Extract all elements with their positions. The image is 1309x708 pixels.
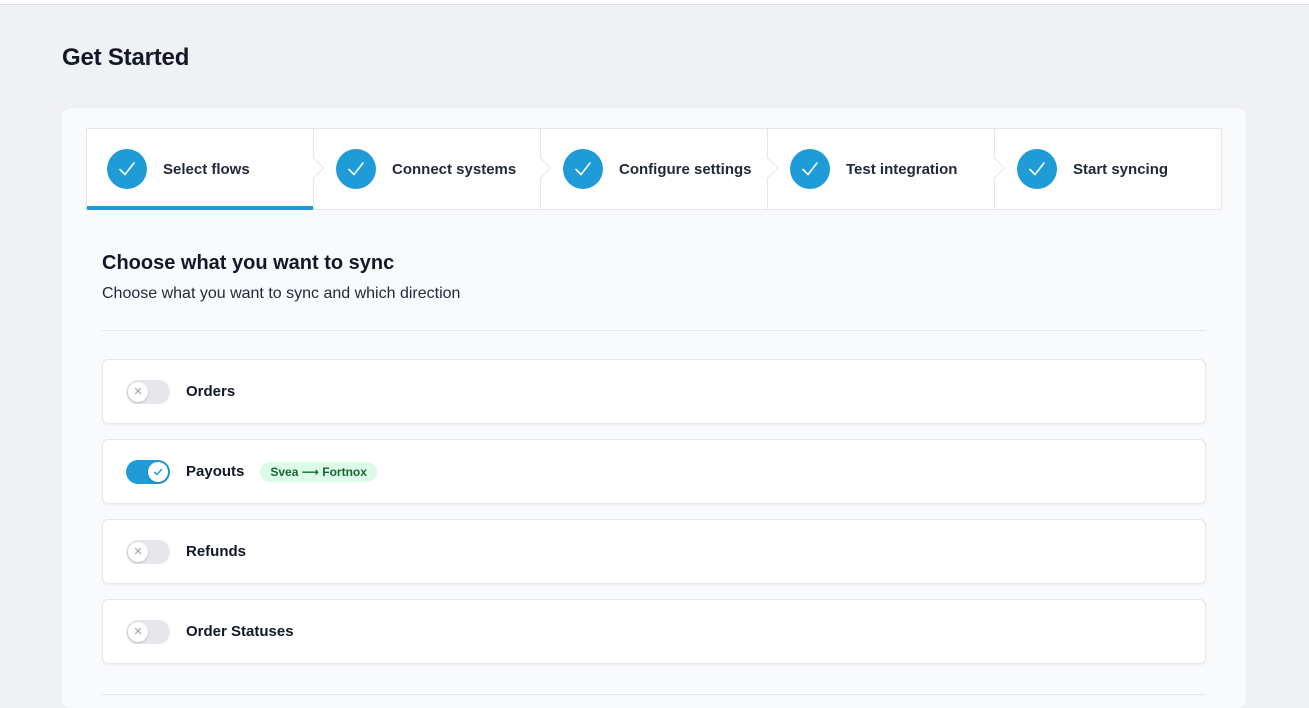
flow-row-payouts: Payouts Svea ⟶ Fortnox: [102, 439, 1206, 504]
flow-row-orders: ✕ Orders: [102, 359, 1206, 424]
flow-name: Orders: [186, 383, 236, 400]
step-connect-systems[interactable]: Connect systems: [314, 129, 552, 209]
step-start-syncing[interactable]: Start syncing: [995, 129, 1221, 209]
order-statuses-toggle[interactable]: ✕: [126, 619, 170, 644]
direction-badge: Svea ⟶ Fortnox: [260, 461, 377, 482]
flow-name: Payouts: [186, 463, 245, 480]
x-icon: ✕: [128, 621, 148, 642]
flow-name: Refunds: [186, 543, 246, 560]
page-title: Get Started: [62, 44, 190, 71]
refunds-toggle[interactable]: ✕: [126, 539, 170, 564]
step-label: Select flows: [163, 160, 250, 178]
step-select-flows[interactable]: Select flows: [87, 129, 325, 210]
flow-row-order-statuses: ✕ Order Statuses: [102, 599, 1206, 664]
step-configure-settings[interactable]: Configure settings: [541, 129, 779, 209]
step-label: Connect systems: [392, 160, 517, 178]
step-label: Configure settings: [619, 160, 752, 178]
step-label: Start syncing: [1073, 160, 1169, 178]
orders-toggle[interactable]: ✕: [126, 379, 170, 404]
check-icon: [148, 461, 168, 482]
section-title: Choose what you want to sync: [102, 252, 395, 274]
divider: [102, 330, 1206, 331]
payouts-toggle[interactable]: [126, 459, 170, 484]
check-icon: [563, 149, 603, 189]
flow-row-refunds: ✕ Refunds: [102, 519, 1206, 584]
x-icon: ✕: [128, 541, 148, 562]
top-bar: [0, 0, 1309, 5]
step-label: Test integration: [846, 160, 958, 178]
check-icon: [1017, 149, 1057, 189]
stepper: Select flows Connect systems Configure s…: [86, 128, 1222, 210]
divider: [102, 694, 1206, 695]
check-icon: [107, 149, 147, 189]
active-step-indicator: [87, 206, 313, 210]
x-icon: ✕: [128, 381, 148, 402]
section-subtitle: Choose what you want to sync and which d…: [102, 285, 461, 302]
check-icon: [336, 149, 376, 189]
check-icon: [790, 149, 830, 189]
step-test-integration[interactable]: Test integration: [768, 129, 1006, 209]
flow-name: Order Statuses: [186, 623, 294, 640]
